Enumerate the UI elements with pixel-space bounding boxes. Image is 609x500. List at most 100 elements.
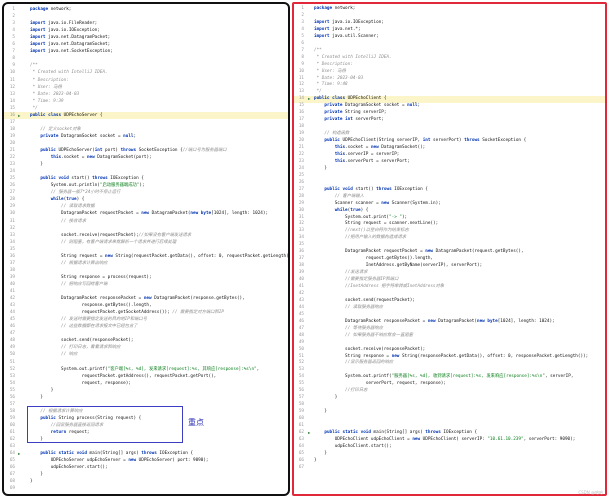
code-line[interactable]: 2	[294, 13, 605, 20]
code-line[interactable]: 60	[294, 416, 605, 423]
code-line[interactable]: 62 ▶ public static void main(String[] arg…	[294, 430, 605, 437]
code-line[interactable]: 44 requestPacket.getSocketAddress()); //…	[4, 309, 288, 316]
code-line[interactable]: 5 import java.util.Scanner;	[294, 34, 605, 41]
code-line[interactable]: 37 // 根据请求计算出响应	[4, 260, 288, 267]
code-line[interactable]: 25	[294, 173, 605, 180]
code-line[interactable]: 63 UDPEchoClient udpEchoClient = new UDP…	[294, 437, 605, 444]
code-line[interactable]: 30 while(true) {	[294, 208, 605, 215]
run-gutter-icon[interactable]: ▶	[308, 430, 310, 437]
code-line[interactable]: 65 UDPEchoServer udpEchoServer = new UDP…	[4, 457, 288, 464]
code-line[interactable]: 4 import java.io.IOException;	[4, 27, 288, 34]
code-line[interactable]: 21 public UDPEchoServer(int port) throws…	[4, 147, 288, 154]
code-line[interactable]: 17	[4, 119, 288, 126]
code-line[interactable]: 19 private DatagramSocket socket = null;	[4, 133, 288, 140]
code-line[interactable]: 46 // 这些数据都在请求报文中已经包含了	[4, 323, 288, 330]
code-line[interactable]: 44 // 读取服务器响应	[294, 305, 605, 312]
code-line[interactable]: 50 socket.receive(responsePacket);	[294, 347, 605, 354]
code-line[interactable]: 12 * Time: 9:48	[294, 82, 605, 89]
code-line[interactable]: 52 System.out.printf("客户端[%s, %d], 发来请求[…	[4, 366, 288, 373]
code-line[interactable]: 61	[294, 423, 605, 430]
code-line[interactable]: 3 import java.io.FileReader;	[4, 20, 288, 27]
code-line[interactable]: 34 // 则阻塞，有客户端请求来就解析一个请求并进行后续处理	[4, 239, 288, 246]
code-line[interactable]: 16 ▶ public class UDPEchoServer {	[4, 111, 288, 119]
code-line[interactable]: 52 //显示服务器返回的响应	[294, 360, 605, 367]
code-line[interactable]: 43 socket.send(requestPacket);	[294, 298, 605, 305]
code-line[interactable]: 8	[4, 55, 288, 62]
code-line[interactable]: 42	[294, 291, 605, 298]
code-line[interactable]: 51	[4, 359, 288, 366]
run-gutter-icon[interactable]: ▶	[18, 112, 20, 119]
code-line[interactable]: 10 * User: 马杨	[294, 69, 605, 76]
code-line[interactable]: 30 DatagramPacket requestPacket = new Da…	[4, 210, 288, 217]
code-line[interactable]: 27 // 服务器一般7*24小时不停止运行	[4, 189, 288, 196]
code-line[interactable]: 41 //InetAddress 把字符串转成InetAddress对象	[294, 284, 605, 291]
code-line[interactable]: 28 // 客户端输入	[294, 194, 605, 201]
code-line[interactable]: 23 }	[4, 161, 288, 168]
code-line[interactable]: 36 String request = new String(requestPa…	[4, 253, 288, 260]
code-line[interactable]: 67	[294, 465, 605, 472]
code-line[interactable]: 56 //打印日志	[294, 388, 605, 395]
code-line[interactable]: 20 public UDPEchoClient(String serverIP,…	[294, 138, 605, 145]
code-line[interactable]: 47 // 等待服务器响应	[294, 326, 605, 333]
code-line[interactable]: 6	[294, 41, 605, 48]
run-gutter-icon[interactable]: ▶	[18, 450, 20, 457]
code-line[interactable]: 47	[4, 330, 288, 337]
code-line[interactable]: 3 import java.io.IOException;	[294, 20, 605, 27]
code-line[interactable]: 5 import java.net.DatagramPacket;	[4, 34, 288, 41]
code-line[interactable]: 42 DatagramPacket responsePacket = new D…	[4, 295, 288, 302]
code-line[interactable]: 57 }	[294, 395, 605, 402]
code-line[interactable]: 8 * Created with IntelliJ IDEA.	[294, 55, 605, 62]
code-line[interactable]: 67 }	[4, 471, 288, 478]
code-line[interactable]: 56 }	[4, 394, 288, 401]
code-line[interactable]: 43 response.getBytes().length,	[4, 302, 288, 309]
code-line[interactable]: 46 DatagramPacket responsePacket = new D…	[294, 319, 605, 326]
code-line[interactable]: 4 import java.net.*;	[294, 27, 605, 34]
code-line[interactable]: 64 udpEchoClient.start();	[294, 444, 605, 451]
code-line[interactable]: 29 Scanner scanner = new Scanner(System.…	[294, 201, 605, 208]
code-line[interactable]: 9 * Description:	[294, 62, 605, 69]
code-line[interactable]: 13 * Date: 2023-04-03	[4, 91, 288, 98]
code-line[interactable]: 69	[4, 485, 288, 492]
code-line[interactable]: 22 this.socket = new DatagramSocket(port…	[4, 154, 288, 161]
code-line[interactable]: 25 public void start() throws IOExceptio…	[4, 175, 288, 182]
code-line[interactable]: 40 //需要指定服务器IP和端口	[294, 277, 605, 284]
code-line[interactable]: 49 // 打印日志，看看请求和响应	[4, 344, 288, 351]
code-line[interactable]: 19 // 构造函数	[294, 131, 605, 138]
code-line[interactable]: 1 package network;	[4, 6, 288, 13]
code-line[interactable]: 14 * Time: 9:39	[4, 98, 288, 105]
code-line[interactable]: 35	[4, 246, 288, 253]
code-line[interactable]: 54 request, response);	[4, 380, 288, 387]
code-line[interactable]: 7 import java.net.SocketException;	[4, 48, 288, 55]
code-line[interactable]: 29 // 读取请求数据	[4, 203, 288, 210]
code-line[interactable]: 48 // 如果服务器不响应就会一直阻塞	[294, 333, 605, 340]
code-line[interactable]: 33 socket.receive(requestPacket);//如果没有客…	[4, 232, 288, 239]
code-line[interactable]: 26 System.out.println("启动服务器端成功");	[4, 182, 288, 189]
code-line[interactable]: 48 socket.send(responsePacket);	[4, 337, 288, 344]
code-line[interactable]: 12 * User: 马杨	[4, 84, 288, 91]
code-line[interactable]: 39 String response = process(request);	[4, 274, 288, 281]
run-gutter-icon[interactable]: ▶	[308, 96, 310, 103]
code-line[interactable]: 63	[4, 443, 288, 450]
code-line[interactable]: 55 }	[4, 387, 288, 394]
code-line[interactable]: 66 udpEchoServer.start();	[4, 464, 288, 471]
code-line[interactable]: 45	[294, 312, 605, 319]
code-line[interactable]: 40 // 把响应写回给客户端	[4, 281, 288, 288]
code-line[interactable]: 65 }	[294, 451, 605, 458]
code-line[interactable]: 1 package network;	[294, 6, 605, 13]
code-line[interactable]: 22 this.serverIP = serverIP;	[294, 152, 605, 159]
code-line[interactable]: 20	[4, 140, 288, 147]
code-line[interactable]: 24 }	[294, 166, 605, 173]
code-line[interactable]: 53 requestPacket.getAddress(), requestPa…	[4, 373, 288, 380]
code-line[interactable]: 26	[294, 180, 605, 187]
code-line[interactable]: 68}	[4, 478, 288, 485]
code-line[interactable]: 21 this.socket = new DatagramSocket();	[294, 145, 605, 152]
code-line[interactable]: 15 */	[4, 105, 288, 112]
code-line[interactable]: 2	[4, 13, 288, 20]
code-line[interactable]: 6 import java.net.DatagramSocket;	[4, 41, 288, 48]
code-line[interactable]: 64 ▶ public static void main(String[] arg…	[4, 450, 288, 457]
code-line[interactable]: 50 // 响应	[4, 351, 288, 358]
code-line[interactable]: 34 //把用户输入的数据构造成请求	[294, 235, 605, 242]
code-line[interactable]: 27 public void start() throws IOExceptio…	[294, 187, 605, 194]
code-line[interactable]: 58	[294, 402, 605, 409]
code-line[interactable]: 18 // 定义socket对象	[4, 126, 288, 133]
